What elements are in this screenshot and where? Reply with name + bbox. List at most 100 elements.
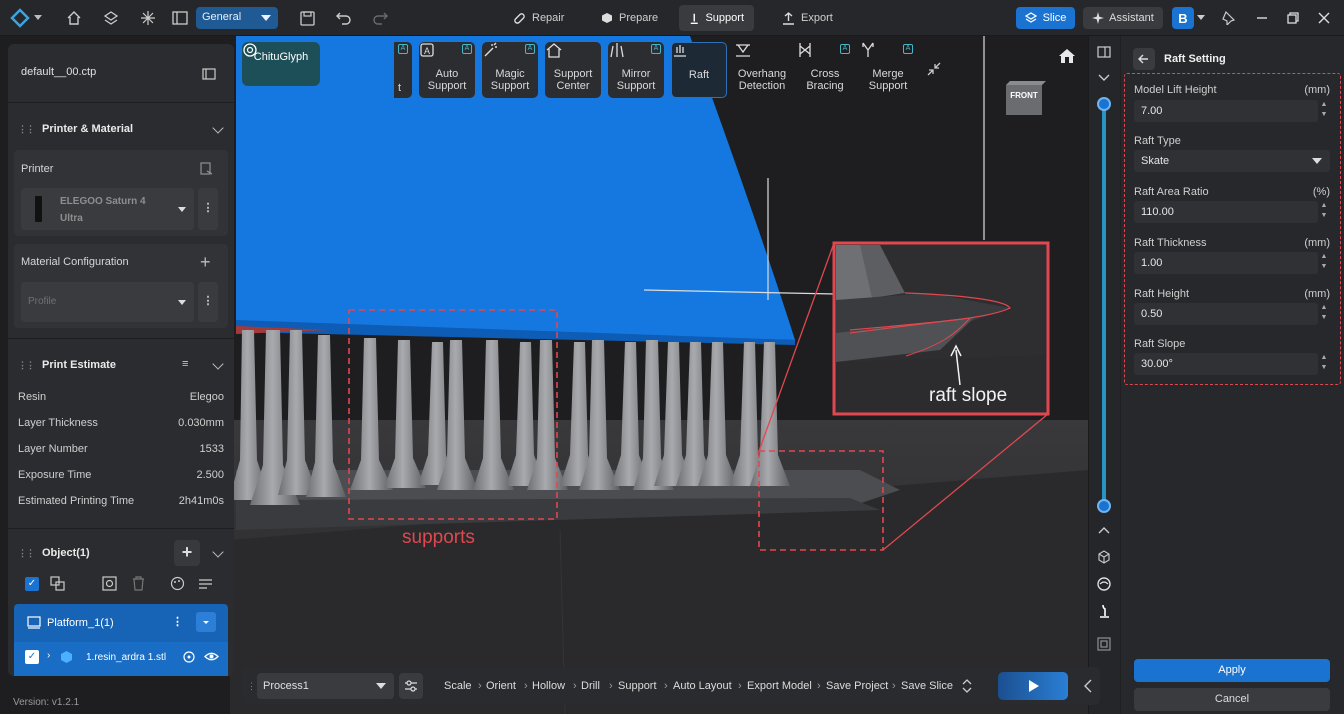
chevron-down-icon[interactable]: [212, 122, 224, 134]
chituglyph-button[interactable]: ChituGlyph: [242, 42, 320, 86]
step-export-model[interactable]: Export Model: [747, 680, 812, 692]
target-icon[interactable]: [182, 650, 196, 664]
step-support[interactable]: Support: [618, 680, 657, 692]
raft-slope-stepper[interactable]: ▲ ▼: [1318, 353, 1330, 375]
chevron-down-icon[interactable]: [212, 546, 224, 558]
run-button[interactable]: [998, 672, 1068, 700]
redo-icon[interactable]: [370, 8, 390, 28]
step-auto-layout[interactable]: Auto Layout: [673, 680, 732, 692]
group-icon[interactable]: [50, 576, 65, 591]
tool-merge-support[interactable]: A Merge Support: [860, 42, 916, 98]
profile-select[interactable]: Profile: [21, 282, 194, 322]
tool-mirror-support[interactable]: A Mirror Support: [608, 42, 664, 98]
drag-handle-icon[interactable]: ⋮⋮: [18, 360, 35, 371]
list-icon[interactable]: ≡: [182, 358, 188, 370]
split-view-icon[interactable]: [1097, 46, 1111, 58]
undo-icon[interactable]: [334, 8, 354, 28]
model-lift-height-stepper[interactable]: ▲ ▼: [1318, 100, 1330, 122]
workspace-icon[interactable]: [170, 8, 190, 28]
step-scale[interactable]: Scale: [444, 680, 472, 692]
panel-toggle-icon[interactable]: [202, 68, 216, 80]
workspace-select[interactable]: General: [196, 7, 278, 29]
assistant-button[interactable]: Assistant: [1083, 7, 1163, 29]
profile-more-button[interactable]: ⋮: [198, 282, 218, 322]
account-button[interactable]: B: [1172, 7, 1194, 29]
step-orient[interactable]: Orient: [486, 680, 516, 692]
cancel-button[interactable]: Cancel: [1134, 688, 1330, 711]
partial-tool[interactable]: A t: [394, 42, 412, 98]
raft-slope-input[interactable]: 30.00°: [1134, 353, 1318, 375]
sphere-icon[interactable]: [1097, 577, 1111, 591]
table-row[interactable]: ✓ › 1.resin_ardra 1.stl: [14, 642, 228, 676]
step-save-slice[interactable]: Save Slice: [901, 680, 953, 692]
app-logo-icon[interactable]: [10, 8, 30, 28]
fit-icon[interactable]: [102, 576, 117, 591]
apply-button[interactable]: Apply: [1134, 659, 1330, 682]
drag-handle-icon[interactable]: ⋮⋮: [18, 124, 35, 135]
layer-slider-bottom-handle[interactable]: [1097, 499, 1111, 513]
raft-area-ratio-stepper[interactable]: ▲ ▼: [1318, 201, 1330, 223]
network-icon[interactable]: [138, 8, 158, 28]
step-save-project[interactable]: Save Project: [826, 680, 888, 692]
tab-prepare[interactable]: Prepare: [591, 5, 668, 31]
raft-height-input[interactable]: 0.50: [1134, 303, 1318, 325]
logo-dropdown-icon[interactable]: [33, 8, 43, 28]
palette-icon[interactable]: [170, 576, 185, 591]
chevron-left-icon[interactable]: [1084, 679, 1092, 693]
filter-icon[interactable]: [198, 576, 213, 591]
section-print-estimate[interactable]: ⋮⋮ Print Estimate ≡: [8, 350, 234, 380]
model-lift-height-input[interactable]: 7.00: [1134, 100, 1318, 122]
view-cube-label[interactable]: FRONT: [1006, 91, 1042, 105]
section-object[interactable]: ⋮⋮ Object(1) +: [8, 538, 234, 568]
tab-repair[interactable]: Repair: [503, 5, 574, 31]
platform-more-button[interactable]: ⋮: [172, 615, 183, 628]
add-material-button[interactable]: +: [200, 253, 211, 271]
expand-arrow-icon[interactable]: ›: [47, 650, 50, 661]
support-icon[interactable]: [1098, 604, 1110, 618]
minimize-icon[interactable]: [1252, 8, 1272, 28]
layer-slider-track[interactable]: [1102, 102, 1106, 506]
raft-area-ratio-input[interactable]: 110.00: [1134, 201, 1318, 223]
pin-icon[interactable]: [1218, 8, 1238, 28]
tool-overhang-detection[interactable]: Overhang Detection: [734, 42, 790, 98]
section-printer-material[interactable]: ⋮⋮ Printer & Material: [8, 114, 234, 144]
delete-icon[interactable]: [132, 576, 145, 591]
tool-auto-support[interactable]: A A Auto Support: [419, 42, 475, 98]
back-button[interactable]: [1133, 48, 1155, 70]
raft-thickness-input[interactable]: 1.00: [1134, 252, 1318, 274]
slice-button[interactable]: Slice: [1016, 7, 1075, 29]
process-select[interactable]: Process1: [257, 673, 394, 699]
home-icon[interactable]: [64, 8, 84, 28]
account-dropdown-icon[interactable]: [1196, 8, 1206, 28]
drag-handle-icon[interactable]: ⋮: [247, 673, 256, 699]
tool-cross-bracing[interactable]: A Cross Bracing: [797, 42, 853, 98]
printer-more-button[interactable]: ⋮: [198, 188, 218, 230]
raft-type-select[interactable]: Skate: [1134, 150, 1330, 172]
add-object-button[interactable]: +: [174, 540, 200, 566]
tab-support[interactable]: Support: [679, 5, 754, 31]
restore-icon[interactable]: [1283, 8, 1303, 28]
platform-expand-button[interactable]: [196, 612, 216, 632]
printer-settings-icon[interactable]: [200, 162, 213, 175]
frame-icon[interactable]: [1097, 637, 1111, 651]
select-all-checkbox[interactable]: ✓: [25, 577, 39, 591]
step-drill[interactable]: Drill: [581, 680, 600, 692]
printer-select[interactable]: ELEGOO Saturn 4 Ultra: [21, 188, 194, 230]
close-icon[interactable]: [1314, 8, 1334, 28]
chevron-down-icon[interactable]: [212, 358, 224, 370]
chevron-up-icon[interactable]: [1098, 526, 1110, 534]
tool-raft[interactable]: Raft: [671, 42, 727, 98]
tool-support-center[interactable]: Support Center: [545, 42, 601, 98]
step-hollow[interactable]: Hollow: [532, 680, 565, 692]
object-checkbox[interactable]: ✓: [25, 650, 39, 664]
raft-thickness-stepper[interactable]: ▲ ▼: [1318, 252, 1330, 274]
process-settings-button[interactable]: [399, 673, 423, 699]
chevron-down-icon[interactable]: [1098, 74, 1110, 82]
expand-steps-icon[interactable]: [962, 679, 972, 693]
layers-tool-icon[interactable]: [101, 8, 121, 28]
platform-label[interactable]: Platform_1(1): [47, 617, 114, 629]
eye-icon[interactable]: [204, 651, 219, 662]
layer-slider-top-handle[interactable]: [1097, 97, 1111, 111]
cube-view-icon[interactable]: [1097, 550, 1111, 564]
tool-magic-support[interactable]: A Magic Support: [482, 42, 538, 98]
